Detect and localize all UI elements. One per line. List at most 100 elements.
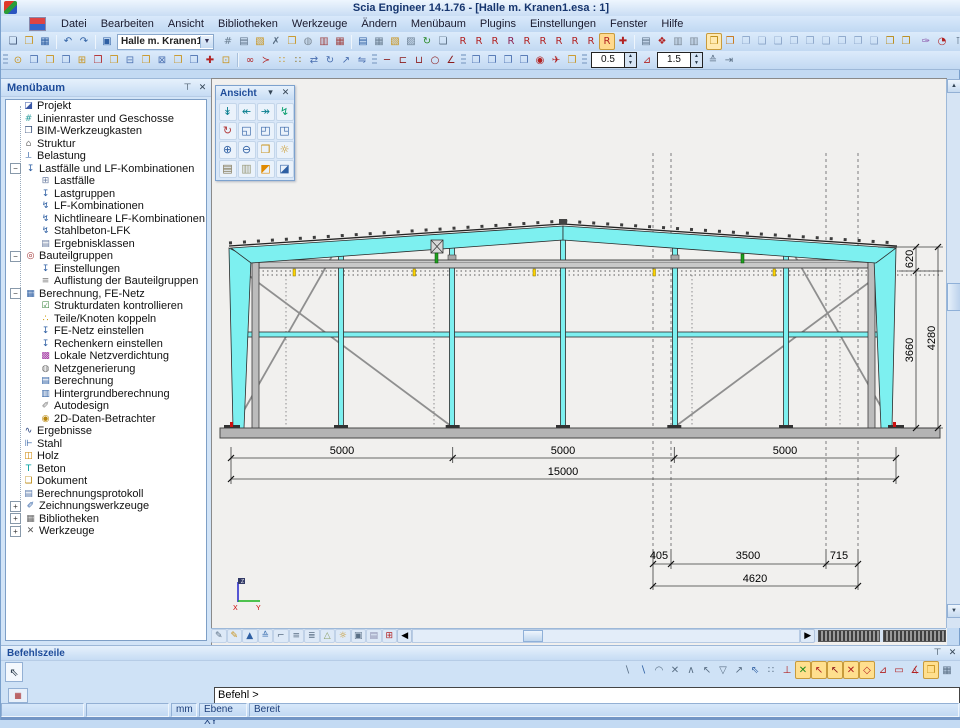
menu-item[interactable]: Werkzeuge — [285, 17, 354, 31]
menu-item[interactable]: Ändern — [354, 17, 403, 31]
surfaces-button[interactable]: ▲ — [242, 629, 258, 643]
reference-point-button[interactable]: ⇥ — [721, 52, 737, 69]
snap-vertex-button[interactable]: ∧ — [683, 661, 699, 679]
horizontal-scrollbar[interactable] — [412, 629, 800, 643]
tree-item[interactable]: − ▦ Berechnung, FE-Netz — [6, 288, 206, 301]
save-picture-button[interactable]: ▤ — [638, 33, 654, 50]
snap-tangent-button[interactable]: ⊿ — [875, 661, 891, 679]
pin-icon[interactable]: ⊤ — [181, 81, 194, 94]
tree-expander[interactable]: − — [10, 163, 21, 174]
view-front-button[interactable]: ↞ — [238, 103, 256, 121]
tree-item[interactable]: ✐ Autodesign — [6, 400, 206, 413]
viewport-2-button[interactable]: ❐ — [484, 52, 500, 69]
menu-item[interactable]: Datei — [54, 17, 94, 31]
tree-item[interactable]: ∿ Ergebnisse — [6, 425, 206, 438]
tree-expander[interactable] — [27, 264, 39, 273]
zoom-in-button[interactable]: ⊕ — [219, 141, 237, 159]
window-a-button[interactable]: ❏ — [754, 33, 770, 50]
undo-button[interactable]: ↶ — [60, 33, 76, 50]
snap-midpoint-button[interactable]: ✕ — [795, 661, 811, 679]
window-cascade-button[interactable]: ❐ — [898, 33, 914, 50]
model-node-button[interactable]: ⊙ — [10, 52, 26, 69]
tree-item[interactable]: ▥ Hintergrundberechnung — [6, 388, 206, 401]
tree-item[interactable]: ▤ Berechnungsprotokoll — [6, 488, 206, 501]
rotate-view-button[interactable]: ↻ — [219, 122, 237, 140]
cross-link-button[interactable]: ∞ — [242, 52, 258, 69]
zoom-window-button[interactable]: ◱ — [238, 122, 256, 140]
docked-toolbar-grip[interactable] — [883, 630, 946, 642]
tree-expander[interactable] — [27, 402, 39, 411]
grid-view-button[interactable]: ⊞ — [382, 629, 398, 643]
menu-item[interactable]: Bearbeiten — [94, 17, 161, 31]
preview-alt-button[interactable]: ▥ — [686, 33, 702, 50]
copy-button[interactable]: ∷ — [274, 52, 290, 69]
chevron-down-icon[interactable]: ▾ — [264, 87, 277, 100]
tree-item[interactable]: + ✕ Werkzeuge — [6, 525, 206, 538]
window-b-button[interactable]: ❏ — [770, 33, 786, 50]
snap-arc-center-button[interactable]: ▭ — [891, 661, 907, 679]
menu-item[interactable]: Fenster — [603, 17, 654, 31]
model-opening-button[interactable]: ⊟ — [122, 52, 138, 69]
tree-expander[interactable] — [10, 489, 22, 498]
hot-dimension-button[interactable]: ⊿ — [639, 52, 655, 69]
pin-bar-button[interactable]: ⊺ — [950, 33, 960, 50]
tree-expander[interactable] — [10, 452, 22, 461]
snap-direction-button[interactable]: ↗ — [731, 661, 747, 679]
menu-item[interactable]: Menübaum — [404, 17, 473, 31]
tree-item[interactable]: + ▦ Bibliotheken — [6, 513, 206, 526]
angle-settings-button[interactable]: ≙ — [705, 52, 721, 69]
report-button[interactable]: ❏ — [435, 33, 451, 50]
tree-item[interactable]: ❏ Dokument — [6, 475, 206, 488]
chevron-down-icon[interactable]: ▼ — [200, 36, 213, 48]
tree-item[interactable]: ☑ Strukturdaten kontrollieren — [6, 300, 206, 313]
tree-expander[interactable]: + — [10, 526, 21, 537]
vertical-scrollbar[interactable]: ▲ ▼ — [946, 79, 960, 628]
draw-angle-button[interactable]: ∠ — [443, 52, 459, 69]
tree-expander[interactable] — [27, 239, 39, 248]
model-wall-button[interactable]: ❒ — [90, 52, 106, 69]
scroll-down-icon[interactable]: ▼ — [947, 604, 960, 618]
select-filter-button[interactable]: R — [567, 33, 583, 50]
multicopy-button[interactable]: ∷ — [290, 52, 306, 69]
tables-button[interactable]: ▨ — [403, 33, 419, 50]
layers-button[interactable]: ≣ — [304, 629, 320, 643]
tree-expander[interactable] — [27, 314, 39, 323]
snap-folder-button[interactable]: ❒ — [923, 661, 939, 679]
scroll-left-icon[interactable]: ◀ — [397, 629, 412, 643]
tree-expander[interactable] — [10, 477, 22, 486]
bim-export-button[interactable]: ✗ — [268, 33, 284, 50]
new-project-button[interactable]: ❏ — [5, 33, 21, 50]
window-f-button[interactable]: ❐ — [834, 33, 850, 50]
window-g-button[interactable]: ❐ — [850, 33, 866, 50]
hinge-button[interactable]: ≻ — [258, 52, 274, 69]
shading-button[interactable]: △ — [320, 629, 336, 643]
spinner-arrows[interactable]: ▲▼ — [624, 53, 636, 67]
viewport-4-button[interactable]: ❐ — [516, 52, 532, 69]
tree-expander[interactable] — [27, 302, 39, 311]
dimension-u-button[interactable]: ⊔ — [411, 52, 427, 69]
libraries-button[interactable]: ▧ — [387, 33, 403, 50]
toolbar-grip[interactable] — [461, 54, 466, 66]
active-project-combo[interactable]: Halle m. Kranen1.esa ▼ — [117, 34, 214, 50]
status-units[interactable]: mm — [171, 703, 197, 717]
tree-item[interactable]: ↯ LF-Kombinationen — [6, 200, 206, 213]
tree-item[interactable]: ↧ Einstellungen — [6, 263, 206, 276]
light-settings-button[interactable]: ☼ — [276, 141, 294, 159]
tree-expander[interactable] — [27, 227, 39, 236]
params-button[interactable]: ≡ — [289, 629, 305, 643]
tree-item[interactable]: # Linienraster und Geschosse — [6, 113, 206, 126]
zoom-out-button[interactable]: ⊖ — [238, 141, 256, 159]
tree-expander[interactable] — [10, 464, 22, 473]
docked-toolbar-grip[interactable] — [818, 630, 879, 642]
window-close-button[interactable]: ❐ — [738, 33, 754, 50]
line-grid-button[interactable]: ⊥ — [779, 661, 795, 679]
clipping-box-button[interactable]: ◩ — [257, 160, 275, 178]
vertical-scroll-thumb[interactable] — [947, 283, 960, 311]
tree-expander[interactable] — [27, 189, 39, 198]
select-point-button[interactable]: R — [535, 33, 551, 50]
viewport-3-button[interactable]: ❐ — [500, 52, 516, 69]
tree-expander[interactable] — [10, 139, 22, 148]
tree-expander[interactable] — [27, 214, 39, 223]
render-eye-button[interactable]: ◉ — [532, 52, 548, 69]
tree-item[interactable]: ▤ Ergebnisklassen — [6, 238, 206, 251]
